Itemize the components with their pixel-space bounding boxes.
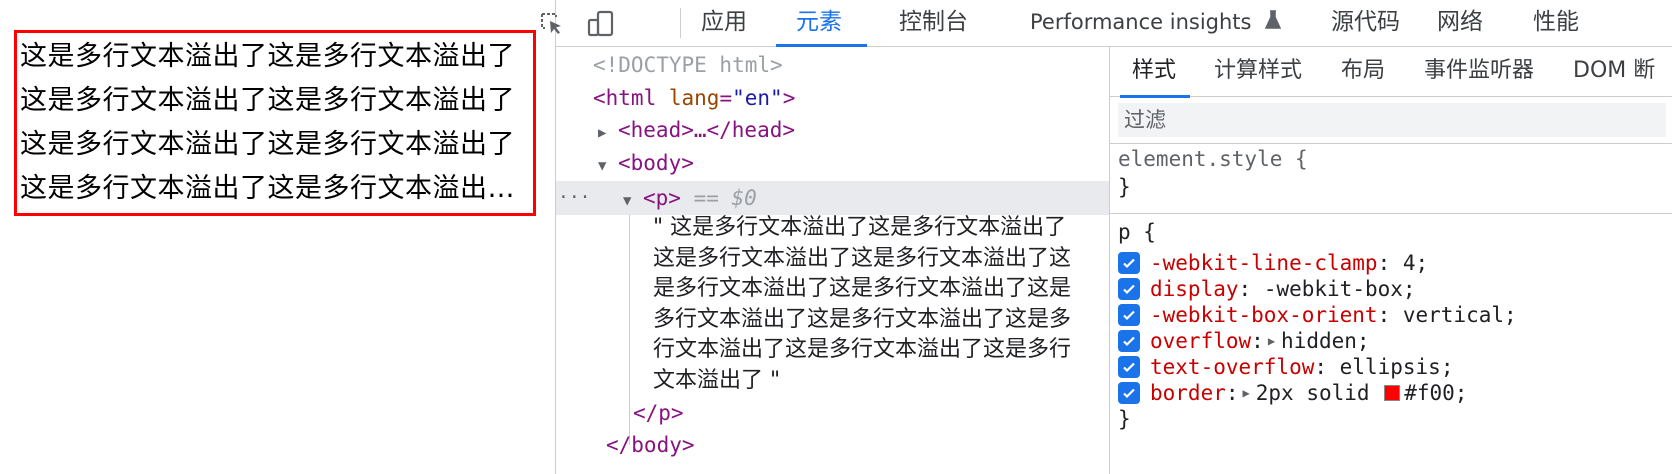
- declaration-checkbox[interactable]: [1118, 252, 1140, 274]
- element-style-selector[interactable]: element.style {: [1118, 146, 1308, 172]
- prop-name[interactable]: border: [1150, 381, 1226, 405]
- declaration-text-overflow: text-overflow: ellipsis;: [1118, 354, 1453, 380]
- prop-color-value[interactable]: #f00: [1404, 381, 1455, 405]
- tab-sources[interactable]: 源代码: [1331, 0, 1400, 47]
- declaration-checkbox[interactable]: [1118, 356, 1140, 378]
- p-open-tag: <p>: [643, 186, 681, 210]
- subtab-styles[interactable]: 样式: [1119, 47, 1191, 98]
- p-close-label: </p>: [633, 401, 684, 425]
- declaration-line-clamp: -webkit-line-clamp: 4;: [1118, 250, 1428, 276]
- devtools-panel: 应用 元素 控制台 Performance insights 源代码 网络 性能…: [541, 0, 1672, 474]
- prop-name[interactable]: display: [1150, 277, 1239, 301]
- subtab-dom-breakpoints[interactable]: DOM 断: [1573, 47, 1655, 97]
- prop-name[interactable]: overflow: [1150, 329, 1251, 353]
- prop-value[interactable]: hidden: [1281, 329, 1357, 353]
- body-node[interactable]: ▼ <body>: [598, 147, 694, 179]
- prop-name[interactable]: text-overflow: [1150, 355, 1314, 379]
- rule-divider: [1110, 213, 1672, 214]
- p-close-tag[interactable]: </p>: [633, 397, 684, 429]
- flask-icon: [1264, 1, 1281, 45]
- html-attr-value: "en": [732, 86, 783, 110]
- p-rule-close: }: [1118, 407, 1131, 431]
- text-node[interactable]: " 这是多行文本溢出了这是多行文本溢出了这是多行文本溢出了这是多行文本溢出了这是…: [653, 213, 1083, 396]
- tab-performance[interactable]: 性能: [1533, 0, 1579, 47]
- declaration-checkbox[interactable]: [1118, 278, 1140, 300]
- tab-console[interactable]: 控制台: [899, 0, 968, 47]
- declaration-overflow: overflow: ▶ hidden;: [1118, 328, 1370, 354]
- collapse-triangle-icon[interactable]: ▼: [598, 150, 618, 182]
- element-style-close: }: [1118, 175, 1131, 199]
- body-open-tag: <body>: [618, 151, 694, 175]
- tab-performance-insights[interactable]: Performance insights: [1030, 0, 1281, 47]
- expand-shorthand-icon[interactable]: ▶: [1268, 334, 1275, 348]
- html-attr-name: lang: [668, 86, 720, 110]
- styles-sidebar: 样式 计算样式 布局 事件监听器 DOM 断 element.style { }…: [1109, 47, 1672, 474]
- p-rule-selector[interactable]: p {: [1118, 219, 1156, 245]
- subtab-event-listeners[interactable]: 事件监听器: [1424, 47, 1534, 97]
- prop-name[interactable]: -webkit-line-clamp: [1150, 251, 1378, 275]
- collapse-triangle-icon[interactable]: ▼: [623, 185, 643, 217]
- html-node[interactable]: <html lang="en">: [593, 82, 795, 114]
- subtab-computed[interactable]: 计算样式: [1214, 47, 1302, 97]
- clamped-paragraph: 这是多行文本溢出了这是多行文本溢出了这是多行文本溢出了这是多行文本溢出了这是多行…: [14, 30, 536, 216]
- html-open-tag: <html: [593, 86, 657, 110]
- prop-value[interactable]: ellipsis: [1340, 355, 1441, 379]
- prop-name[interactable]: -webkit-box-orient: [1150, 303, 1378, 327]
- toolbar-divider: [680, 8, 681, 38]
- row-menu-icon[interactable]: ···: [558, 182, 591, 214]
- prop-value[interactable]: -webkit-box: [1264, 277, 1403, 301]
- head-tag: <head>…</head>: [618, 118, 796, 142]
- element-style-label: element.style {: [1118, 147, 1308, 171]
- device-toolbar-icon[interactable]: [585, 8, 617, 40]
- tree-guide-line: [629, 215, 630, 445]
- expand-triangle-icon[interactable]: ▶: [598, 117, 618, 149]
- tab-performance-insights-label: Performance insights: [1030, 10, 1252, 34]
- declaration-checkbox[interactable]: [1118, 330, 1140, 352]
- declaration-display: display: -webkit-box;: [1118, 276, 1416, 302]
- head-node[interactable]: ▶ <head>…</head>: [598, 114, 795, 146]
- tab-application[interactable]: 应用: [701, 0, 747, 47]
- filter-bar: [1110, 97, 1672, 144]
- select-element-icon[interactable]: [536, 8, 568, 40]
- subtab-layout[interactable]: 布局: [1341, 47, 1385, 97]
- filter-input[interactable]: [1118, 103, 1666, 137]
- elements-tree: <!DOCTYPE html> <html lang="en"> ▶ <head>…: [556, 47, 1109, 474]
- color-swatch[interactable]: [1384, 385, 1401, 401]
- prop-value[interactable]: 2px solid: [1256, 381, 1370, 405]
- element-style-rule: element.style { }: [1110, 144, 1672, 202]
- tab-network[interactable]: 网络: [1437, 0, 1483, 47]
- declaration-border: border: ▶ 2px solid #f00;: [1118, 380, 1467, 406]
- declaration-box-orient: -webkit-box-orient: vertical;: [1118, 302, 1517, 328]
- prop-value[interactable]: vertical: [1403, 303, 1504, 327]
- styles-subtabs: 样式 计算样式 布局 事件监听器 DOM 断: [1110, 47, 1672, 98]
- p-rule: p { -webkit-line-clamp: 4; display: -web…: [1110, 219, 1672, 439]
- page-preview: 这是多行文本溢出了这是多行文本溢出了这是多行文本溢出了这是多行文本溢出了这是多行…: [0, 0, 555, 474]
- devtools-toolbar: 应用 元素 控制台 Performance insights 源代码 网络 性能: [541, 0, 1672, 47]
- body-close-label: </body>: [606, 433, 695, 457]
- p-node-selected[interactable]: ▼ <p> == $0: [623, 182, 757, 214]
- selected-marker: == $0: [693, 186, 757, 210]
- html-close-bracket: >: [782, 86, 796, 110]
- body-close-tag[interactable]: </body>: [606, 429, 695, 461]
- declaration-checkbox[interactable]: [1118, 304, 1140, 326]
- expand-shorthand-icon[interactable]: ▶: [1243, 386, 1250, 400]
- prop-value[interactable]: 4: [1403, 251, 1416, 275]
- declaration-checkbox[interactable]: [1118, 382, 1140, 404]
- doctype-node[interactable]: <!DOCTYPE html>: [593, 49, 783, 81]
- tab-elements[interactable]: 元素: [776, 0, 867, 47]
